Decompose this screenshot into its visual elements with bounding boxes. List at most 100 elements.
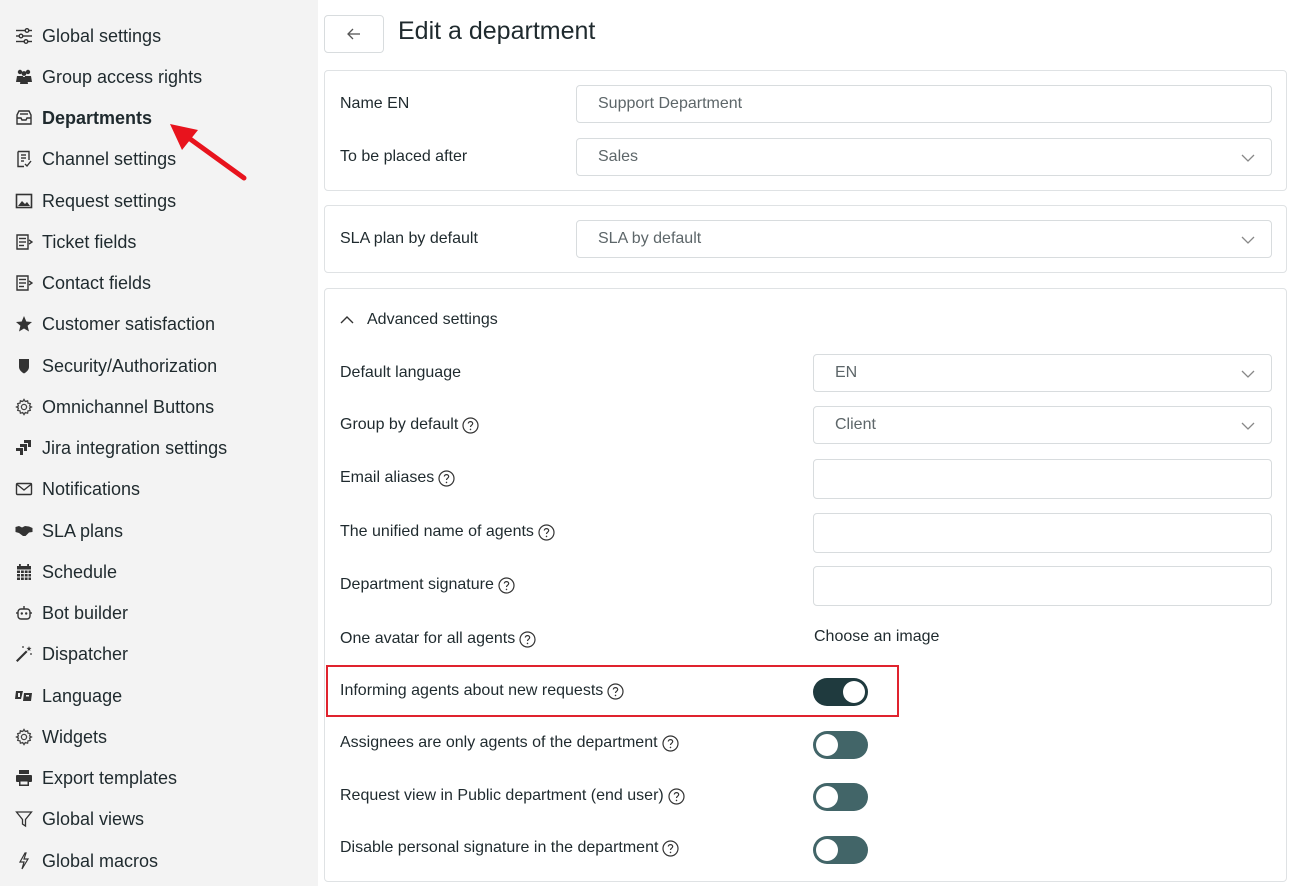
annotation-arrow: [170, 124, 247, 181]
name-en-value: Support Department: [598, 95, 743, 112]
chevron-down-icon: [1241, 154, 1255, 162]
envelope-icon: [14, 479, 34, 499]
sidebar-item-departments[interactable]: Departments: [0, 100, 318, 136]
sidebar-item-channel-settings[interactable]: Channel settings: [0, 141, 318, 177]
filter-icon: [14, 809, 34, 829]
informing-agents-toggle[interactable]: [813, 678, 868, 706]
placed-after-value: Sales: [598, 148, 639, 165]
page-title: Edit a department: [398, 17, 596, 45]
sidebar-item-global-views[interactable]: Global views: [0, 801, 318, 837]
one-avatar-label: One avatar for all agents: [340, 628, 536, 650]
group-default-value: Client: [835, 416, 876, 433]
advanced-settings-label: Advanced settings: [367, 311, 498, 328]
unified-name-input[interactable]: [813, 513, 1272, 553]
sidebar-item-label: Global macros: [42, 850, 159, 871]
sidebar-item-security-authorization[interactable]: Security/Authorization: [0, 348, 318, 384]
help-icon[interactable]: [462, 416, 479, 434]
sidebar-item-group-access-rights[interactable]: Group access rights: [0, 59, 318, 95]
sidebar-item-dispatcher[interactable]: Dispatcher: [0, 636, 318, 672]
sidebar-item-label: Omnichannel Buttons: [42, 396, 215, 417]
department-signature-label: Department signature: [340, 574, 515, 596]
help-icon[interactable]: [498, 576, 515, 594]
assignees-only-label: Assignees are only agents of the departm…: [340, 732, 679, 754]
unified-name-label: The unified name of agents: [340, 521, 555, 543]
help-icon[interactable]: [668, 787, 685, 805]
sidebar-item-request-settings[interactable]: Request settings: [0, 183, 318, 219]
sidebar-item-label: Dispatcher: [42, 643, 129, 664]
toggle-knob: [816, 839, 838, 861]
sidebar-item-sla-plans[interactable]: SLA plans: [0, 513, 318, 549]
arrow-left-icon: [347, 28, 360, 40]
sidebar-item-language[interactable]: Language: [0, 678, 318, 714]
sidebar-item-global-settings[interactable]: Global settings: [0, 18, 318, 54]
sidebar-item-schedule[interactable]: Schedule: [0, 554, 318, 590]
sidebar-item-label: Notifications: [42, 478, 141, 499]
sidebar-item-contact-fields[interactable]: Contact fields: [0, 265, 318, 301]
sidebar-item-omnichannel-buttons[interactable]: Omnichannel Buttons: [0, 389, 318, 425]
help-icon[interactable]: [661, 734, 679, 752]
help-icon[interactable]: [538, 523, 555, 541]
sidebar-item-label: Language: [42, 685, 123, 706]
sidebar-item-export-templates[interactable]: Export templates: [0, 760, 318, 796]
assignees-only-toggle[interactable]: [813, 731, 868, 759]
sidebar-item-bot-builder[interactable]: Bot builder: [0, 595, 318, 631]
choose-image-link[interactable]: Choose an image: [814, 628, 939, 646]
sidebar-item-jira-integration-settings[interactable]: Jira integration settings: [0, 430, 318, 466]
name-en-label: Name EN: [340, 95, 410, 112]
form-icon: [14, 273, 34, 293]
sidebar-item-label: Group access rights: [42, 66, 203, 87]
department-signature-input[interactable]: [813, 566, 1272, 606]
calendar-icon: [14, 562, 34, 582]
help-icon[interactable]: [519, 630, 536, 648]
sidebar-item-customer-satisfaction[interactable]: Customer satisfaction: [0, 306, 318, 342]
star-icon: [14, 314, 34, 334]
shield-icon: [14, 356, 34, 376]
magic-wand-icon: [14, 644, 34, 664]
translate-icon: [14, 686, 34, 706]
printer-icon: [14, 768, 34, 788]
sidebar-item-label: Bot builder: [42, 602, 129, 623]
sidebar-item-label: Contact fields: [42, 272, 152, 293]
sidebar-item-ticket-fields[interactable]: Ticket fields: [0, 224, 318, 260]
placed-after-label: To be placed after: [340, 148, 468, 165]
request-view-public-toggle[interactable]: [813, 783, 868, 811]
sidebar-item-label: Security/Authorization: [42, 355, 218, 376]
people-icon: [14, 67, 34, 87]
help-icon[interactable]: [438, 469, 455, 487]
chevron-down-icon: [1241, 236, 1255, 244]
toggle-knob: [816, 786, 838, 808]
sidebar-item-label: Channel settings: [42, 148, 177, 169]
sidebar-item-label: Widgets: [42, 726, 108, 747]
help-icon[interactable]: [607, 682, 624, 700]
sla-plan-value: SLA by default: [598, 230, 702, 247]
group-default-select[interactable]: Client: [813, 406, 1272, 444]
toggle-knob: [843, 681, 865, 703]
sidebar-item-widgets[interactable]: Widgets: [0, 719, 318, 755]
gear-icon: [14, 397, 34, 417]
document-list-icon: [14, 149, 34, 169]
help-icon[interactable]: [662, 839, 680, 857]
default-language-select[interactable]: EN: [813, 354, 1272, 392]
sla-plan-select[interactable]: SLA by default: [576, 220, 1272, 258]
request-view-public-label: Request view in Public department (end u…: [340, 785, 685, 807]
sidebar-item-global-macros[interactable]: Global macros: [0, 843, 318, 879]
sidebar-item-label: Jira integration settings: [42, 437, 228, 458]
placed-after-select[interactable]: Sales: [576, 138, 1272, 176]
sidebar-item-label: Customer satisfaction: [42, 313, 216, 334]
sidebar-item-label: Global views: [42, 808, 145, 829]
email-aliases-input[interactable]: [813, 459, 1272, 499]
gear-icon: [14, 727, 34, 747]
informing-agents-label: Informing agents about new requests: [340, 680, 624, 702]
chevron-up-icon: [340, 316, 354, 324]
disable-signature-label: Disable personal signature in the depart…: [340, 837, 680, 859]
sliders-icon: [14, 26, 34, 46]
default-language-label: Default language: [340, 364, 461, 381]
advanced-settings-toggle[interactable]: Advanced settings: [340, 311, 498, 329]
sidebar-item-label: Global settings: [42, 25, 162, 46]
back-button[interactable]: [324, 15, 384, 53]
sidebar-item-label: Export templates: [42, 767, 178, 788]
sidebar-item-notifications[interactable]: Notifications: [0, 471, 318, 507]
disable-signature-toggle[interactable]: [813, 836, 868, 864]
inbox-icon: [14, 108, 34, 128]
name-en-input[interactable]: Support Department: [576, 85, 1272, 123]
